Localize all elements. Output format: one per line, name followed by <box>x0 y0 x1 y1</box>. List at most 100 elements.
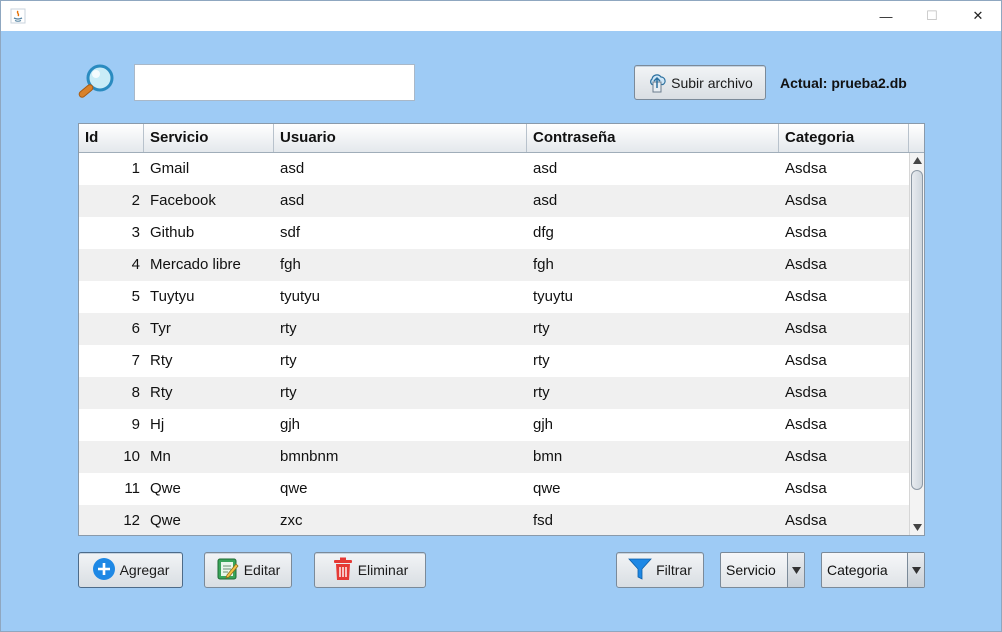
cell-contrasena: dfg <box>533 224 554 241</box>
add-button-label: Agregar <box>119 562 170 578</box>
cell-usuario: rty <box>280 384 297 401</box>
cell-servicio: Facebook <box>150 192 216 209</box>
table-row[interactable]: 6 Tyr rty rty Asdsa <box>79 313 910 345</box>
column-header-contrasena[interactable]: Contraseña <box>527 124 779 152</box>
cell-servicio: Qwe <box>150 480 181 497</box>
chevron-down-icon[interactable] <box>907 553 924 587</box>
filter-button-label: Filtrar <box>656 562 692 578</box>
scroll-down-arrow-icon[interactable] <box>910 520 924 535</box>
cell-usuario: gjh <box>280 416 301 433</box>
cell-servicio: Gmail <box>150 160 190 177</box>
search-input[interactable] <box>134 64 415 101</box>
column-header-usuario[interactable]: Usuario <box>274 124 527 152</box>
table-row[interactable]: 5 Tuytyu tyutyu tyuytu Asdsa <box>79 281 910 313</box>
add-button[interactable]: Agregar <box>78 552 183 588</box>
cell-servicio: Hj <box>150 416 165 433</box>
accounts-table: Id Servicio Usuario Contraseña Categoria… <box>78 123 925 536</box>
table-row[interactable]: 11 Qwe qwe qwe Asdsa <box>79 473 910 505</box>
cell-contrasena: tyuytu <box>533 288 574 305</box>
maximize-button[interactable]: ☐ <box>909 1 955 31</box>
minimize-button[interactable]: — <box>863 1 909 31</box>
close-button[interactable]: ✕ <box>955 1 1001 31</box>
cell-servicio: Rty <box>150 352 173 369</box>
table-row[interactable]: 12 Qwe zxc fsd Asdsa <box>79 505 910 535</box>
cell-id: 5 <box>131 288 140 305</box>
table-vertical-scrollbar[interactable] <box>909 153 924 535</box>
cell-servicio: Tyr <box>150 320 171 337</box>
magnifier-icon <box>74 62 118 104</box>
cell-contrasena: fgh <box>533 256 554 273</box>
cell-categoria: Asdsa <box>785 160 827 177</box>
cell-id: 7 <box>131 352 140 369</box>
cell-id: 10 <box>123 448 140 465</box>
cell-contrasena: bmn <box>533 448 563 465</box>
cell-servicio: Mn <box>150 448 171 465</box>
edit-button[interactable]: Editar <box>204 552 292 588</box>
table-row[interactable]: 10 Mn bmnbnm bmn Asdsa <box>79 441 910 473</box>
service-filter-select[interactable]: Servicio <box>720 552 805 588</box>
delete-button-label: Eliminar <box>357 562 409 578</box>
table-body: 1 Gmail asd asd Asdsa 2 Facebook asd asd… <box>79 153 910 535</box>
cell-id: 2 <box>131 192 140 209</box>
table-row[interactable]: 9 Hj gjh gjh Asdsa <box>79 409 910 441</box>
plus-circle-icon <box>92 557 116 584</box>
cloud-upload-icon <box>647 69 667 96</box>
cell-usuario: asd <box>280 160 305 177</box>
cell-categoria: Asdsa <box>785 224 827 241</box>
cell-servicio: Tuytyu <box>150 288 195 305</box>
cell-id: 9 <box>131 416 140 433</box>
current-file-label: Actual: prueba2.db <box>780 75 907 91</box>
column-header-id[interactable]: Id <box>79 124 144 152</box>
cell-usuario: sdf <box>280 224 301 241</box>
cell-contrasena: qwe <box>533 480 561 497</box>
cell-contrasena: rty <box>533 384 550 401</box>
cell-servicio: Mercado libre <box>150 256 241 273</box>
cell-servicio: Rty <box>150 384 173 401</box>
table-row[interactable]: 2 Facebook asd asd Asdsa <box>79 185 910 217</box>
table-row[interactable]: 3 Github sdf dfg Asdsa <box>79 217 910 249</box>
cell-contrasena: gjh <box>533 416 554 433</box>
column-header-servicio[interactable]: Servicio <box>144 124 274 152</box>
filter-button[interactable]: Filtrar <box>616 552 704 588</box>
service-filter-value: Servicio <box>726 562 776 578</box>
title-bar: — ☐ ✕ <box>0 0 1002 31</box>
scrollbar-thumb[interactable] <box>911 170 923 490</box>
cell-id: 12 <box>123 512 140 529</box>
cell-usuario: zxc <box>280 512 303 529</box>
cell-categoria: Asdsa <box>785 256 827 273</box>
funnel-icon <box>628 557 653 584</box>
delete-button[interactable]: Eliminar <box>314 552 426 588</box>
cell-usuario: asd <box>280 192 305 209</box>
cell-contrasena: rty <box>533 352 550 369</box>
cell-categoria: Asdsa <box>785 320 827 337</box>
upload-file-button[interactable]: Subir archivo <box>634 65 766 100</box>
table-row[interactable]: 7 Rty rty rty Asdsa <box>79 345 910 377</box>
table-row[interactable]: 8 Rty rty rty Asdsa <box>79 377 910 409</box>
header-corner <box>909 124 924 152</box>
cell-id: 4 <box>131 256 140 273</box>
table-header: Id Servicio Usuario Contraseña Categoria <box>79 124 924 153</box>
java-app-icon <box>10 8 26 24</box>
category-filter-select[interactable]: Categoria <box>821 552 925 588</box>
cell-contrasena: rty <box>533 320 550 337</box>
table-row[interactable]: 4 Mercado libre fgh fgh Asdsa <box>79 249 910 281</box>
cell-usuario: tyutyu <box>280 288 321 305</box>
cell-categoria: Asdsa <box>785 512 827 529</box>
cell-categoria: Asdsa <box>785 480 827 497</box>
chevron-down-icon[interactable] <box>787 553 804 587</box>
upload-file-label: Subir archivo <box>671 74 753 91</box>
trash-icon <box>332 557 354 584</box>
edit-notepad-icon <box>216 557 240 584</box>
cell-categoria: Asdsa <box>785 416 827 433</box>
cell-id: 1 <box>131 160 140 177</box>
scroll-up-arrow-icon[interactable] <box>910 153 924 168</box>
category-filter-value: Categoria <box>827 562 888 578</box>
column-header-categoria[interactable]: Categoria <box>779 124 909 152</box>
table-row[interactable]: 1 Gmail asd asd Asdsa <box>79 153 910 185</box>
cell-id: 11 <box>124 480 140 497</box>
cell-contrasena: fsd <box>533 512 554 529</box>
cell-contrasena: asd <box>533 192 558 209</box>
cell-usuario: bmnbnm <box>280 448 339 465</box>
cell-usuario: rty <box>280 352 297 369</box>
cell-categoria: Asdsa <box>785 384 827 401</box>
